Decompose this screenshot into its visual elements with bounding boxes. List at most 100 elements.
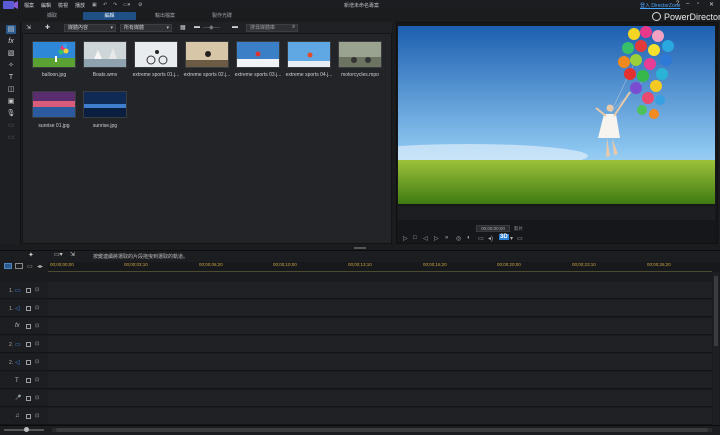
chapter-room-icon[interactable]: ▭ — [6, 121, 16, 130]
track-enable-checkbox[interactable] — [26, 288, 31, 293]
tab-produce[interactable]: 輸出檔案 — [150, 12, 180, 20]
vertical-scroll-thumb[interactable] — [714, 276, 718, 346]
tab-create-disc[interactable]: 製作光碟 — [207, 12, 237, 20]
sort-icon[interactable]: ▬ — [194, 24, 200, 30]
transition-room-icon[interactable]: ◫ — [6, 85, 16, 94]
zoom-timeline-icon[interactable]: ◂▸ — [37, 263, 43, 270]
preview-window[interactable] — [398, 26, 715, 204]
previous-frame-icon[interactable]: ◁ — [423, 235, 428, 242]
fit-timeline-icon[interactable]: ▭ — [27, 263, 33, 270]
music-track[interactable] — [48, 408, 712, 425]
save-icon[interactable]: ▣ — [92, 2, 97, 8]
lock-icon[interactable]: ⊡ — [35, 323, 39, 329]
title-room-icon[interactable]: T — [6, 73, 16, 82]
menu-edit[interactable]: 編輯 — [41, 2, 51, 9]
lock-icon[interactable]: ⊡ — [35, 287, 39, 293]
subtitle-room-icon[interactable]: ▭ — [6, 133, 16, 142]
media-thumb-motorcycles[interactable] — [338, 41, 382, 68]
search-input[interactable]: 搜尋媒體庫 — [246, 24, 298, 32]
pip-room-icon[interactable]: ▧ — [6, 49, 16, 58]
title-track[interactable] — [48, 372, 712, 389]
media-thumb-boats[interactable] — [83, 41, 127, 68]
minimize-icon[interactable]: – — [686, 1, 689, 7]
redo-icon[interactable]: ↷ — [113, 2, 117, 8]
panel-splitter[interactable] — [354, 247, 366, 249]
grid-view-icon[interactable]: ▦ — [180, 24, 186, 31]
menu-file[interactable]: 檔案 — [24, 2, 34, 9]
track-enable-checkbox[interactable] — [26, 360, 31, 365]
subtitle-icon[interactable]: ▭ — [478, 235, 484, 242]
3d-mode-button[interactable]: 3D — [499, 234, 509, 240]
media-thumb-balloon[interactable] — [32, 41, 76, 68]
voiceover-room-icon[interactable]: 🎙 — [6, 109, 16, 118]
media-thumb-sunrise[interactable] — [83, 91, 127, 118]
audio-track-2[interactable] — [48, 354, 712, 371]
zoom-slider-handle[interactable] — [24, 427, 29, 432]
lock-icon[interactable]: ⊡ — [35, 413, 39, 419]
stop-icon[interactable]: □ — [413, 235, 417, 241]
track-manager-icon[interactable]: ▭▾ — [54, 251, 63, 258]
lock-icon[interactable]: ⊡ — [35, 305, 39, 311]
audio-icon[interactable]: ◂) — [488, 235, 493, 242]
media-type-dropdown[interactable]: 所有媒體 ▾ — [120, 24, 172, 32]
close-icon[interactable]: ✕ — [709, 1, 714, 8]
play-icon[interactable]: ▷ — [403, 235, 408, 242]
import-media-icon[interactable]: ⇲ — [26, 24, 31, 31]
media-thumb-extreme-02[interactable] — [185, 41, 229, 68]
media-thumb-extreme-04[interactable] — [287, 41, 331, 68]
search-icon[interactable]: ⌕ — [292, 24, 295, 31]
voice-track[interactable] — [48, 390, 712, 407]
volume-icon[interactable]: ◐ — [467, 235, 471, 241]
maximize-icon[interactable]: ▫ — [697, 1, 699, 7]
horizontal-scroll-thumb[interactable] — [56, 428, 708, 432]
lock-icon[interactable]: ⊡ — [35, 341, 39, 347]
audio-track-1[interactable] — [48, 300, 712, 317]
particle-room-icon[interactable]: ✧ — [6, 61, 16, 70]
media-label: extreme sports 01.j... — [132, 72, 180, 78]
track-enable-checkbox[interactable] — [26, 378, 31, 383]
plugins-icon[interactable]: ✚ — [45, 24, 50, 31]
add-track-icon[interactable]: ⇲ — [70, 251, 75, 258]
magic-tool-icon[interactable]: ✦ — [28, 251, 34, 259]
preview-settings-icon[interactable]: ▭ — [517, 235, 523, 242]
preview-mode-label[interactable]: 影片 — [514, 226, 523, 232]
fx-track[interactable] — [48, 318, 712, 335]
track-enable-checkbox[interactable] — [26, 414, 31, 419]
track-enable-checkbox[interactable] — [26, 396, 31, 401]
media-thumb-sunrise-01[interactable] — [32, 91, 76, 118]
menu-play[interactable]: 播放 — [75, 2, 85, 9]
thumb-large-icon[interactable]: ▬ — [232, 24, 238, 30]
timecode-display[interactable]: 00;00;00;00 — [476, 225, 510, 232]
track-enable-checkbox[interactable] — [26, 324, 31, 329]
media-content-dropdown[interactable]: 媒體內容 ▾ — [64, 24, 116, 32]
snapshot-icon[interactable]: ◎ — [456, 235, 461, 242]
audio-mixing-room-icon[interactable]: ▣ — [6, 97, 16, 106]
boats-thumbnail — [84, 42, 126, 67]
tab-capture[interactable]: 擷取 — [42, 12, 62, 20]
undo-icon[interactable]: ↶ — [103, 2, 107, 8]
chevron-down-icon[interactable]: ▾ — [510, 235, 513, 242]
fast-forward-icon[interactable]: » — [445, 235, 448, 241]
help-icon[interactable]: ? — [676, 1, 679, 7]
next-frame-icon[interactable]: ▷ — [434, 235, 439, 242]
timeline-view-icon[interactable] — [4, 263, 12, 269]
media-thumb-extreme-01[interactable] — [134, 41, 178, 68]
track-header — [0, 282, 48, 299]
menu-view[interactable]: 檢視 — [58, 2, 68, 9]
media-room-icon[interactable]: ▤ — [6, 25, 16, 34]
thumb-size-slider[interactable]: —◆— — [203, 24, 220, 31]
lock-icon[interactable]: ⊡ — [35, 377, 39, 383]
tab-edit[interactable]: 編輯 — [83, 12, 136, 20]
track-enable-checkbox[interactable] — [26, 306, 31, 311]
lock-icon[interactable]: ⊡ — [35, 359, 39, 365]
storyboard-view-icon[interactable] — [15, 263, 23, 269]
video-track-2[interactable] — [48, 336, 712, 353]
video-track-1[interactable] — [48, 282, 712, 299]
media-thumb-extreme-03[interactable] — [236, 41, 280, 68]
lock-icon[interactable]: ⊡ — [35, 395, 39, 401]
display-ratio-icon[interactable]: ▭▾ — [123, 2, 130, 8]
track-enable-checkbox[interactable] — [26, 342, 31, 347]
login-link[interactable]: 登入 DirectorZone — [640, 2, 680, 9]
fx-room-icon[interactable]: fx — [6, 37, 16, 46]
settings-icon[interactable]: ⚙ — [138, 2, 142, 8]
